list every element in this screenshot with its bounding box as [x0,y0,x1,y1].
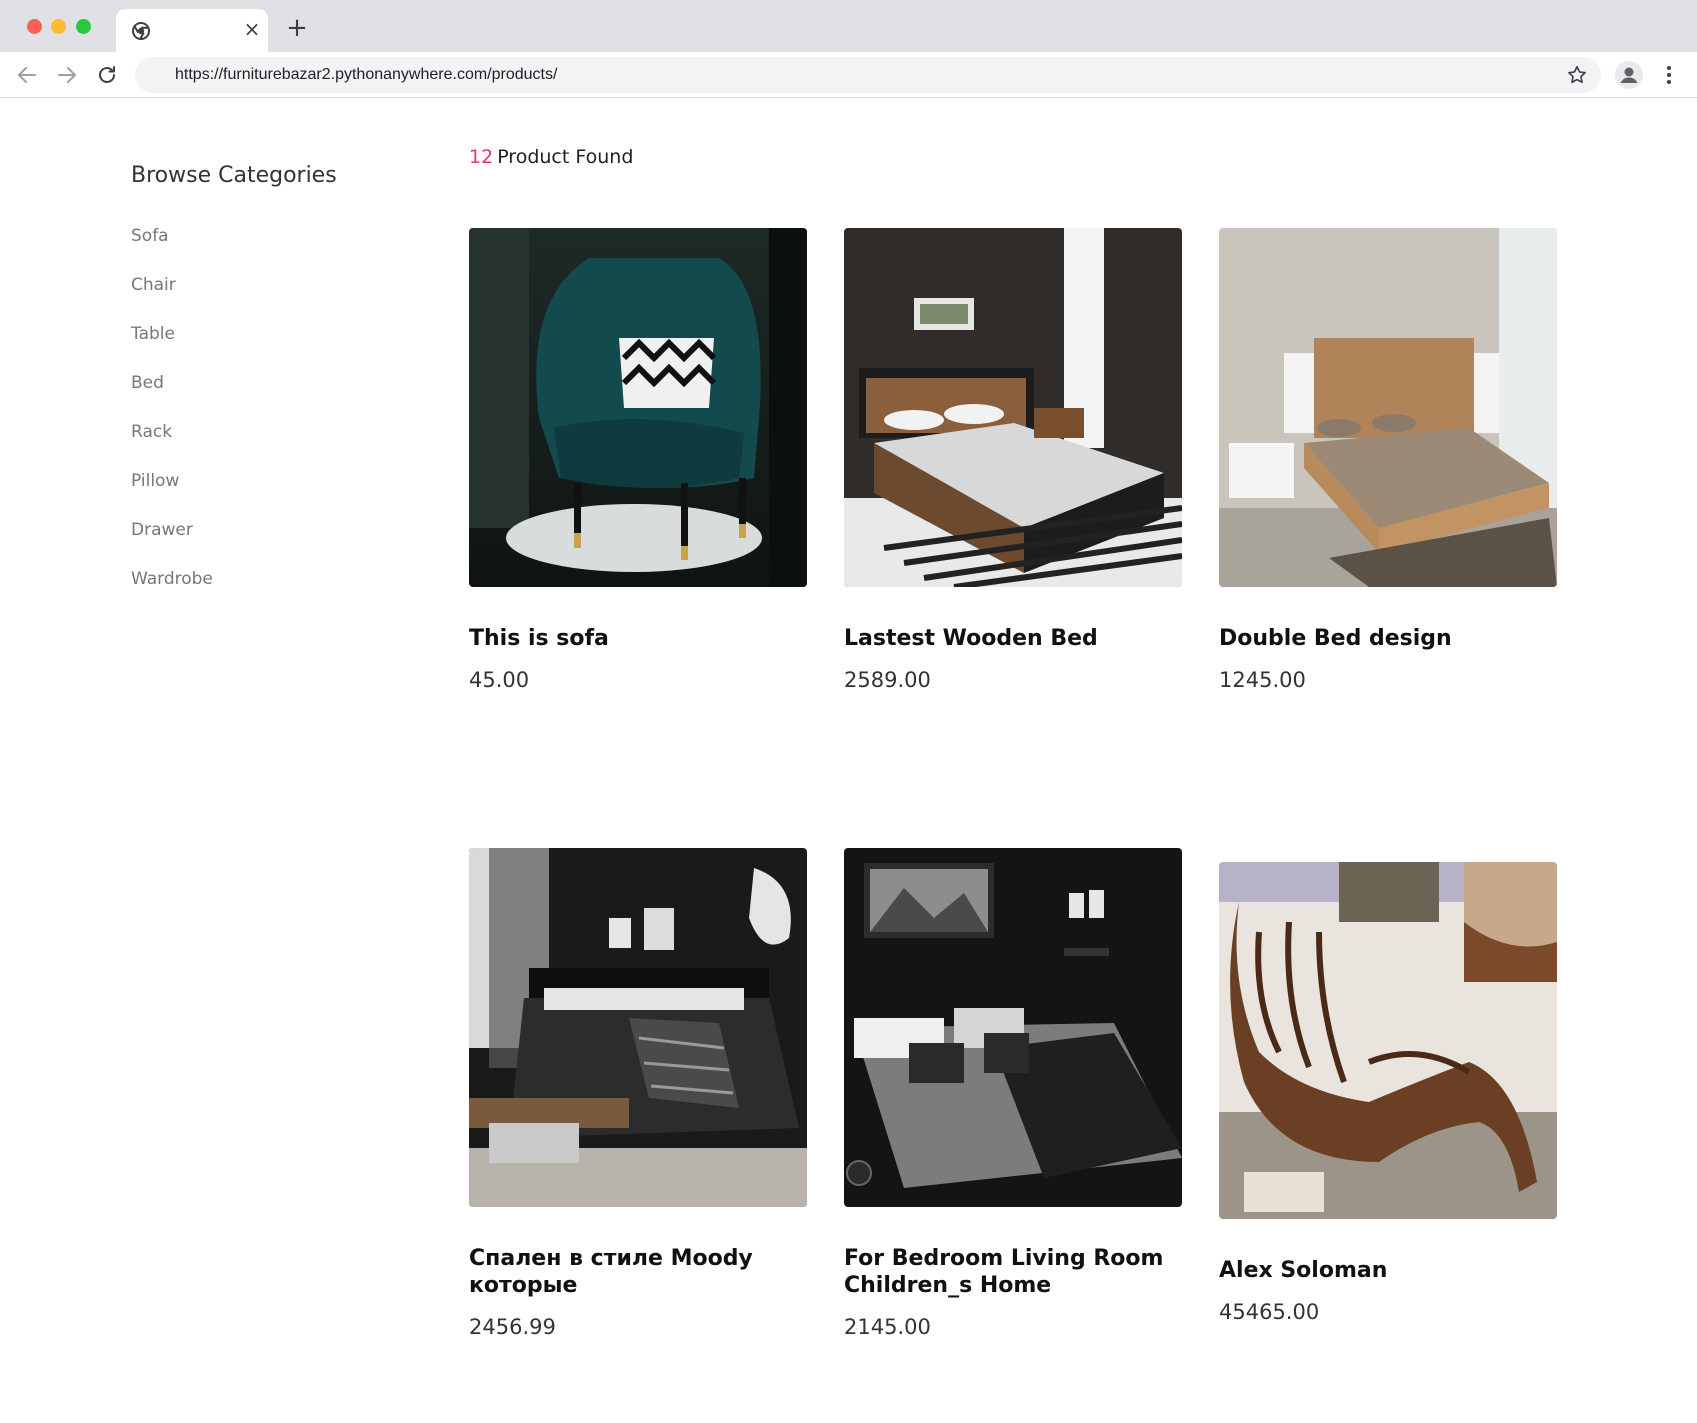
browse-categories-heading: Browse Categories [131,163,337,188]
results-count-label: Product Found [497,146,634,168]
product-price: 45465.00 [1219,1300,1320,1324]
product-card[interactable]: Double Bed design 1245.00 [1219,228,1557,692]
product-title[interactable]: Спален в стиле Moody которые [469,1245,807,1299]
product-price: 1245.00 [1219,668,1306,692]
product-card[interactable]: Lastest Wooden Bed 2589.00 [844,228,1182,692]
star-icon[interactable] [1566,64,1588,86]
category-link-bed[interactable]: Bed [131,373,213,422]
product-title[interactable]: Alex Soloman [1219,1257,1557,1284]
product-price: 2456.99 [469,1315,556,1339]
url-text[interactable]: https://furniturebazar2.pythonanywhere.c… [175,66,557,84]
category-link-pillow[interactable]: Pillow [131,471,213,520]
window-minimize-button[interactable] [51,19,66,34]
window-maximize-button[interactable] [76,19,91,34]
tab-close-button[interactable]: × [240,17,264,41]
more-menu-icon[interactable] [1660,63,1678,87]
address-bar[interactable]: https://furniturebazar2.pythonanywhere.c… [135,57,1601,93]
product-image-dark-moody-bedroom[interactable] [469,848,807,1207]
product-image-black-bedroom[interactable] [844,848,1182,1207]
product-card[interactable]: For Bedroom Living Room Children_s Home … [844,848,1182,1339]
product-card[interactable]: Спален в стиле Moody которые 2456.99 [469,848,807,1339]
category-link-drawer[interactable]: Drawer [131,520,213,569]
results-count-number: 12 [469,146,494,168]
window-close-button[interactable] [27,19,42,34]
browser-toolbar: https://furniturebazar2.pythonanywhere.c… [0,52,1697,98]
product-title[interactable]: Double Bed design [1219,625,1557,652]
product-price: 2589.00 [844,668,931,692]
category-link-rack[interactable]: Rack [131,422,213,471]
reload-icon[interactable] [95,63,119,87]
product-price: 2145.00 [844,1315,931,1339]
browser-tab-bar: × + [0,0,1697,52]
product-title[interactable]: This is sofa [469,625,807,652]
product-title[interactable]: Lastest Wooden Bed [844,625,1182,652]
category-link-chair[interactable]: Chair [131,275,213,324]
product-card[interactable]: Alex Soloman 45465.00 [1219,862,1557,1324]
product-price: 45.00 [469,668,530,692]
category-link-table[interactable]: Table [131,324,213,373]
chrome-favicon-icon [132,22,150,40]
category-link-sofa[interactable]: Sofa [131,226,213,275]
forward-arrow-icon[interactable] [55,63,79,87]
browser-tab-active[interactable]: × [116,9,268,52]
back-arrow-icon[interactable] [15,63,39,87]
product-image-wooden-bed[interactable] [844,228,1182,587]
product-title[interactable]: For Bedroom Living Room Children_s Home [844,1245,1182,1299]
product-image-teal-armchair[interactable] [469,228,807,587]
profile-icon[interactable] [1615,61,1643,89]
category-link-wardrobe[interactable]: Wardrobe [131,569,213,618]
product-image-floating-double-bed[interactable] [1219,228,1557,587]
category-list: Sofa Chair Table Bed Rack Pillow Drawer … [131,226,213,618]
new-tab-button[interactable]: + [284,15,310,41]
product-card[interactable]: This is sofa 45.00 [469,228,807,692]
product-image-brown-chaise-lounge[interactable] [1219,862,1557,1219]
results-count: 12 Product Found [469,146,633,168]
